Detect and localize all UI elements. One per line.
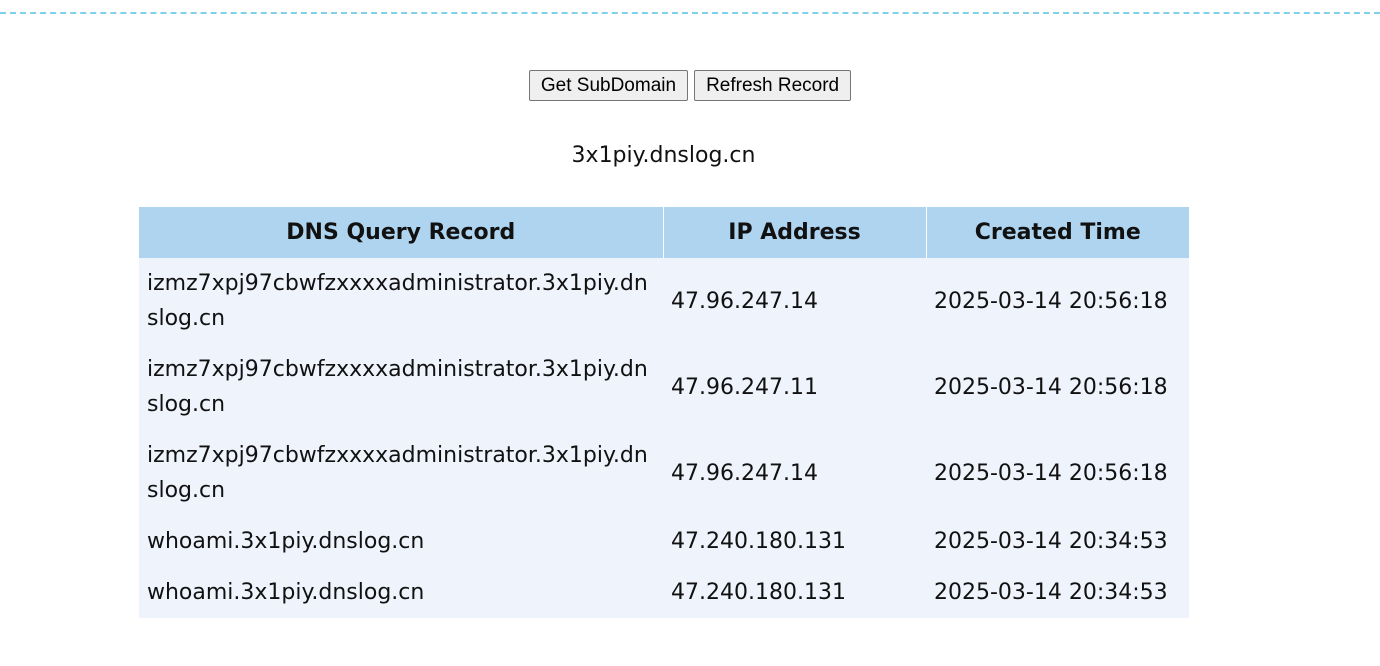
table-row: izmz7xpj97cbwfzxxxxadministrator.3x1piy.… — [139, 430, 1189, 516]
header-ip-address: IP Address — [663, 207, 927, 258]
table-header-row: DNS Query Record IP Address Created Time — [139, 207, 1189, 258]
table-row: izmz7xpj97cbwfzxxxxadministrator.3x1piy.… — [139, 258, 1189, 344]
get-subdomain-button[interactable]: Get SubDomain — [528, 70, 689, 101]
created-time-cell: 2025-03-14 20:56:18 — [934, 374, 1168, 400]
created-time-cell: 2025-03-14 20:56:18 — [934, 288, 1168, 314]
table-row: izmz7xpj97cbwfzxxxxadministrator.3x1piy.… — [139, 344, 1189, 430]
ip-address-cell: 47.240.180.131 — [671, 580, 846, 605]
ip-address-cell: 47.96.247.14 — [671, 460, 818, 486]
created-time-cell: 2025-03-14 20:34:53 — [934, 529, 1168, 554]
ip-address-cell: 47.96.247.11 — [671, 374, 818, 400]
created-time-cell: 2025-03-14 20:56:18 — [934, 460, 1168, 486]
dns-record-cell: izmz7xpj97cbwfzxxxxadministrator.3x1piy.… — [147, 443, 648, 503]
created-time-cell: 2025-03-14 20:34:53 — [934, 580, 1168, 605]
header-dns-query-record: DNS Query Record — [139, 207, 664, 258]
header-created-time: Created Time — [926, 207, 1189, 258]
refresh-record-button[interactable]: Refresh Record — [694, 70, 852, 101]
top-dashed-border — [0, 12, 1380, 14]
button-bar: Get SubDomain Refresh Record — [0, 70, 1380, 101]
dns-record-cell: izmz7xpj97cbwfzxxxxadministrator.3x1piy.… — [147, 357, 648, 417]
dns-record-cell: izmz7xpj97cbwfzxxxxadministrator.3x1piy.… — [147, 271, 648, 331]
dns-record-cell: whoami.3x1piy.dnslog.cn — [147, 529, 425, 554]
table-row: whoami.3x1piy.dnslog.cn 47.240.180.131 2… — [139, 516, 1189, 567]
subdomain-text: 3x1piy.dnslog.cn — [571, 143, 756, 168]
ip-address-cell: 47.240.180.131 — [671, 529, 846, 554]
dns-record-cell: whoami.3x1piy.dnslog.cn — [147, 580, 425, 605]
dns-records-table: DNS Query Record IP Address Created Time… — [139, 207, 1189, 618]
table-row: whoami.3x1piy.dnslog.cn 47.240.180.131 2… — [139, 567, 1189, 618]
ip-address-cell: 47.96.247.14 — [671, 288, 818, 314]
